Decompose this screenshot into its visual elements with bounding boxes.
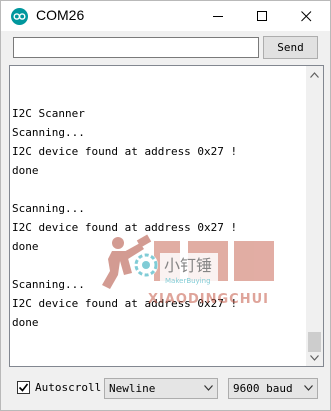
output-line: I2C device found at address 0x27 !	[12, 145, 238, 158]
autoscroll-checkbox[interactable]	[17, 381, 30, 394]
baud-rate-value: 9600 baud	[233, 382, 293, 395]
maximize-icon	[256, 10, 267, 21]
output-line: done	[12, 164, 39, 177]
scroll-down-button[interactable]	[306, 349, 323, 366]
close-icon	[300, 10, 311, 21]
chevron-up-icon	[310, 71, 319, 78]
title-bar: COM26	[1, 1, 330, 31]
minimize-icon	[212, 15, 223, 17]
line-ending-value: Newline	[109, 382, 156, 395]
watermark-brand-pinyin: XIAODINGCHUI	[148, 292, 269, 306]
minimize-button[interactable]	[196, 1, 240, 31]
watermark-brand-cn: 小钉锤	[164, 256, 212, 275]
output-line: done	[12, 316, 39, 329]
watermark-brand-en: MakerBuying	[165, 277, 211, 285]
window-title: COM26	[36, 7, 85, 23]
chevron-down-icon	[204, 385, 213, 391]
output-line: I2C Scanner	[12, 107, 85, 120]
close-button[interactable]	[284, 1, 328, 31]
maximize-button[interactable]	[240, 1, 284, 31]
scroll-up-button[interactable]	[306, 66, 323, 83]
chevron-down-icon	[304, 385, 313, 391]
baud-rate-select[interactable]: 9600 baud	[228, 378, 318, 399]
arduino-icon	[11, 8, 28, 25]
line-ending-select[interactable]: Newline	[104, 378, 218, 399]
checkmark-icon	[18, 383, 29, 392]
watermark-logo: 小钉锤 MakerBuying XIAODINGCHUI	[102, 234, 274, 306]
vertical-scrollbar[interactable]	[306, 66, 323, 366]
send-button[interactable]: Send	[263, 36, 318, 59]
output-line: Scanning...	[12, 202, 85, 215]
serial-monitor-window: COM26 Send I2C Scanner Scanning... I2C dev…	[0, 0, 331, 411]
output-line: Scanning...	[12, 126, 85, 139]
serial-output-text: I2C Scanner Scanning... I2C device found a…	[12, 66, 308, 366]
autoscroll-label[interactable]: Autoscroll	[35, 381, 101, 394]
serial-output-panel[interactable]: I2C Scanner Scanning... I2C device found a…	[9, 65, 324, 367]
chevron-down-icon	[310, 354, 319, 361]
serial-send-input[interactable]	[13, 37, 259, 58]
